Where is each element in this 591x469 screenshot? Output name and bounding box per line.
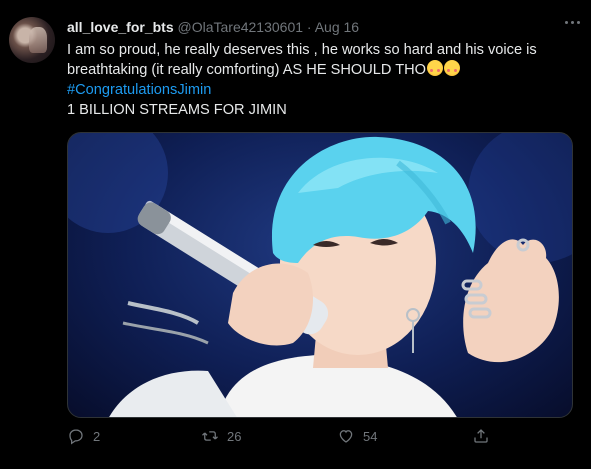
heart-icon (339, 430, 353, 443)
tweet-header: all_love_for_bts @OlaTare42130601 · Aug … (67, 19, 359, 35)
tweet-photo[interactable] (67, 132, 573, 418)
tweet-text-line-with-emojis: breathtaking (it really comforting) AS H… (67, 60, 567, 80)
tweet-text-line: breathtaking (it really comforting) AS H… (67, 62, 427, 78)
retweet-button[interactable]: 26 (201, 427, 241, 445)
tweet-actions: 2 26 54 (67, 427, 547, 451)
separator: · (306, 19, 312, 35)
reply-count: 2 (93, 428, 101, 444)
user-handle[interactable]: @OlaTare42130601 (178, 19, 304, 35)
smiling-face-with-hearts-icon (427, 60, 444, 76)
tweet-text-line: 1 BILLION STREAMS FOR JIMIN (67, 102, 287, 118)
reply-button[interactable]: 2 (67, 427, 100, 445)
reply-icon (69, 429, 83, 445)
smiling-face-with-hearts-icon (444, 60, 461, 76)
avatar[interactable] (9, 17, 55, 63)
display-name[interactable]: all_love_for_bts (67, 19, 174, 35)
share-icon (474, 429, 488, 443)
hashtag-link[interactable]: #CongratulationsJimin (67, 80, 567, 100)
tweet-date[interactable]: Aug 16 (315, 19, 359, 35)
tweet-text: I am so proud, he really deserves this ,… (67, 40, 567, 120)
like-count: 54 (363, 428, 378, 444)
photo-illustration (68, 133, 572, 417)
retweet-count: 26 (227, 428, 242, 444)
retweet-icon (202, 431, 218, 441)
like-button[interactable]: 54 (337, 427, 377, 445)
more-options-icon[interactable] (561, 14, 583, 30)
share-button[interactable] (472, 427, 498, 445)
tweet[interactable]: all_love_for_bts @OlaTare42130601 · Aug … (0, 0, 591, 469)
tweet-text-line: I am so proud, he really deserves this ,… (67, 42, 537, 58)
